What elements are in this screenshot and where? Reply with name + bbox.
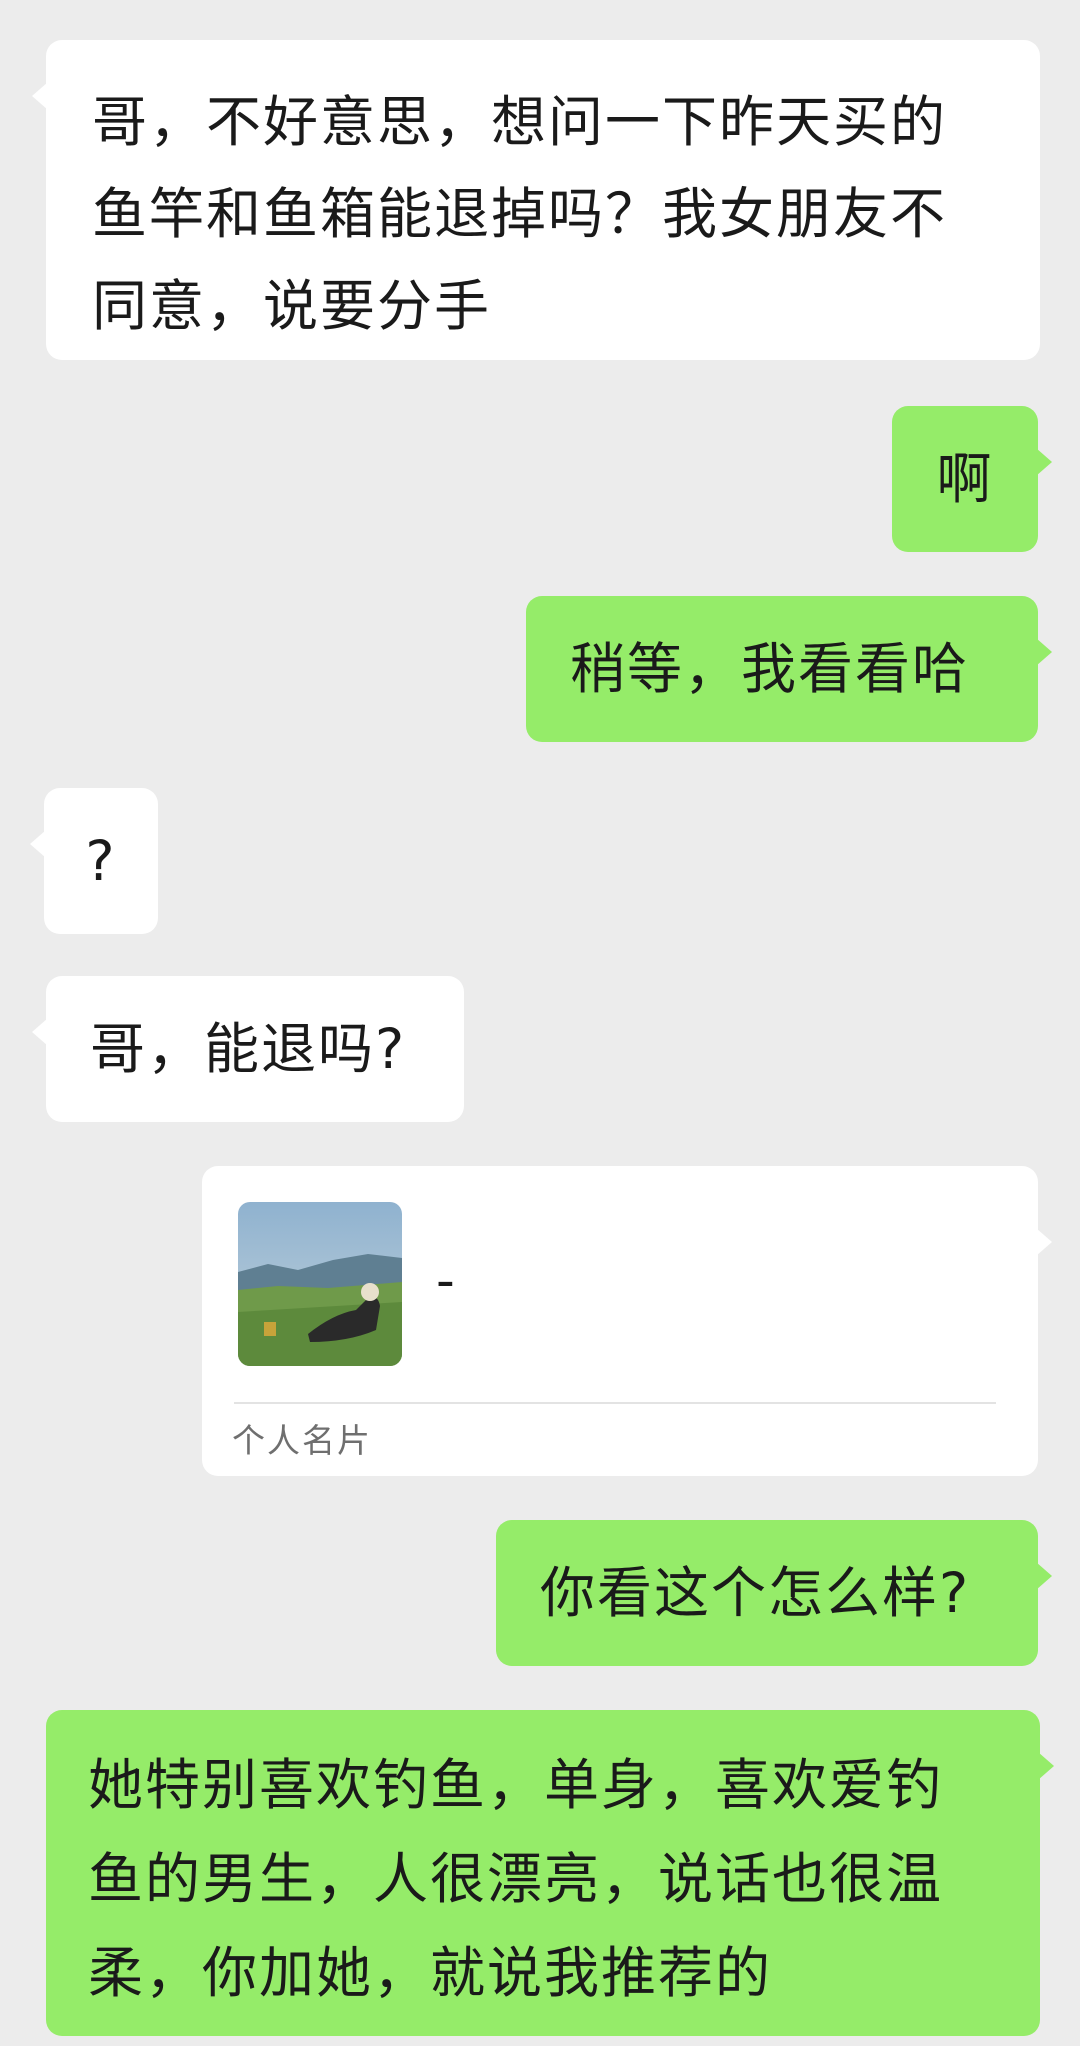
message-text: 你看这个怎么样?: [540, 1561, 971, 1625]
message-text: ?: [85, 829, 117, 893]
contact-card-message[interactable]: - 个人名片: [202, 1166, 1052, 1476]
card-divider: [234, 1402, 996, 1404]
chat-view: 哥，不好意思，想问一下昨天买的鱼竿和鱼箱能退掉吗？我女朋友不同意，说要分手 啊 …: [0, 0, 1080, 2046]
contact-card-label: 个人名片: [232, 1421, 372, 1460]
contact-avatar-image: [238, 1202, 402, 1366]
outgoing-message-bubble[interactable]: 稍等，我看看哈: [526, 596, 1052, 742]
outgoing-message-bubble[interactable]: 她特别喜欢钓鱼，单身，喜欢爱钓鱼的男生，人很漂亮，说话也很温柔，你加她，就说我推…: [46, 1710, 1054, 2036]
outgoing-message-bubble[interactable]: 啊: [892, 406, 1052, 552]
outgoing-message-bubble[interactable]: 你看这个怎么样?: [496, 1520, 1052, 1666]
message-text: 稍等，我看看哈: [570, 637, 970, 701]
message-text: 哥，能退吗?: [90, 1017, 407, 1081]
message-text: 她特别喜欢钓鱼，单身，喜欢爱钓鱼的男生，人很漂亮，说话也很温柔，你加她，就说我推…: [88, 1753, 944, 2005]
incoming-message-bubble[interactable]: 哥，能退吗?: [32, 976, 464, 1122]
incoming-message-bubble[interactable]: 哥，不好意思，想问一下昨天买的鱼竿和鱼箱能退掉吗？我女朋友不同意，说要分手: [32, 40, 1040, 360]
contact-name: -: [436, 1251, 455, 1311]
incoming-message-bubble[interactable]: ?: [30, 788, 158, 934]
message-text: 哥，不好意思，想问一下昨天买的鱼竿和鱼箱能退掉吗？我女朋友不同意，说要分手: [92, 90, 948, 338]
message-text: 啊: [936, 447, 994, 511]
